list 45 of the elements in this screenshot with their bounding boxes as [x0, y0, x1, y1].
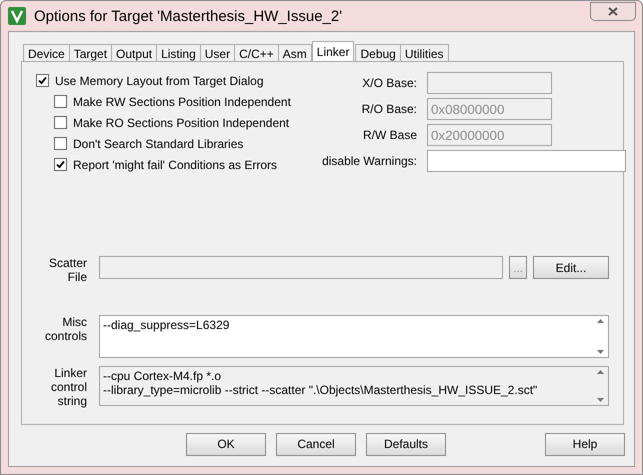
field-label: disable Warnings: — [322, 153, 417, 170]
checkbox-label: Make RO Sections Position Independent — [73, 116, 290, 130]
tab[interactable]: Asm — [278, 44, 312, 61]
text-area[interactable]: --cpu Cortex-M4.fp *.o --library_type=microlib --strict --scatter ".\Objects\Masterthesis_HW_ISSUE_2.sct" — [99, 366, 609, 406]
field-label: Misc controls — [44, 315, 87, 345]
close-icon[interactable] — [608, 7, 618, 16]
tab[interactable]: Listing — [156, 44, 201, 61]
checkbox[interactable] — [54, 158, 67, 171]
tab[interactable]: Output — [111, 44, 158, 61]
checkbox[interactable] — [54, 137, 67, 150]
tab[interactable]: C/C++ — [234, 44, 279, 61]
input-field[interactable] — [427, 150, 626, 172]
checkbox-label: Report 'might fail' Conditions as Errors — [73, 158, 277, 172]
tab[interactable]: Debug — [355, 44, 401, 61]
field-label: X/O Base: — [362, 75, 417, 92]
text-line: --library_type=microlib --strict --scatter ".\Objects\Masterthesis_HW_ISSUE_2.sct" — [103, 383, 538, 397]
field-label: Linker control string — [50, 366, 87, 408]
dialog-button[interactable]: Defaults — [366, 432, 446, 456]
field-label: R/O Base: — [362, 101, 417, 118]
tab[interactable]: Utilities — [400, 44, 449, 61]
scroll-down-arrow-icon[interactable] — [596, 398, 604, 402]
scroll-down-arrow-icon[interactable] — [596, 350, 604, 354]
dialog-button[interactable]: Cancel — [276, 432, 356, 456]
field-label: R/W Base — [362, 127, 417, 144]
checkbox[interactable] — [36, 74, 49, 87]
window-title: Options for Target 'Masterthesis_HW_Issue_2' — [34, 8, 342, 24]
close-button[interactable] — [590, 2, 636, 21]
scroll-up-arrow-icon[interactable] — [596, 319, 604, 323]
tab[interactable]: Device — [23, 44, 70, 61]
scroll-up-arrow-icon[interactable] — [596, 370, 604, 374]
dialog-button[interactable]: Help — [545, 432, 625, 456]
text-area[interactable]: --diag_suppress=L6329 — [99, 315, 609, 358]
checkbox-label: Use Memory Layout from Target Dialog — [55, 74, 264, 88]
dialog-button[interactable]: OK — [186, 432, 266, 456]
checkbox[interactable] — [54, 116, 67, 129]
checkbox-label: Make RW Sections Position Independent — [73, 94, 291, 108]
checkbox-label: Don't Search Standard Libraries — [73, 136, 244, 150]
tab[interactable]: User — [200, 44, 236, 61]
tab[interactable]: Target — [68, 44, 112, 61]
text-line: --diag_suppress=L6329 — [103, 318, 230, 332]
tab[interactable]: Linker — [312, 41, 354, 61]
app-icon — [8, 7, 26, 25]
checkbox[interactable] — [54, 95, 67, 108]
text-line: --cpu Cortex-M4.fp *.o — [103, 369, 222, 383]
field-label: Scatter File — [48, 256, 87, 286]
